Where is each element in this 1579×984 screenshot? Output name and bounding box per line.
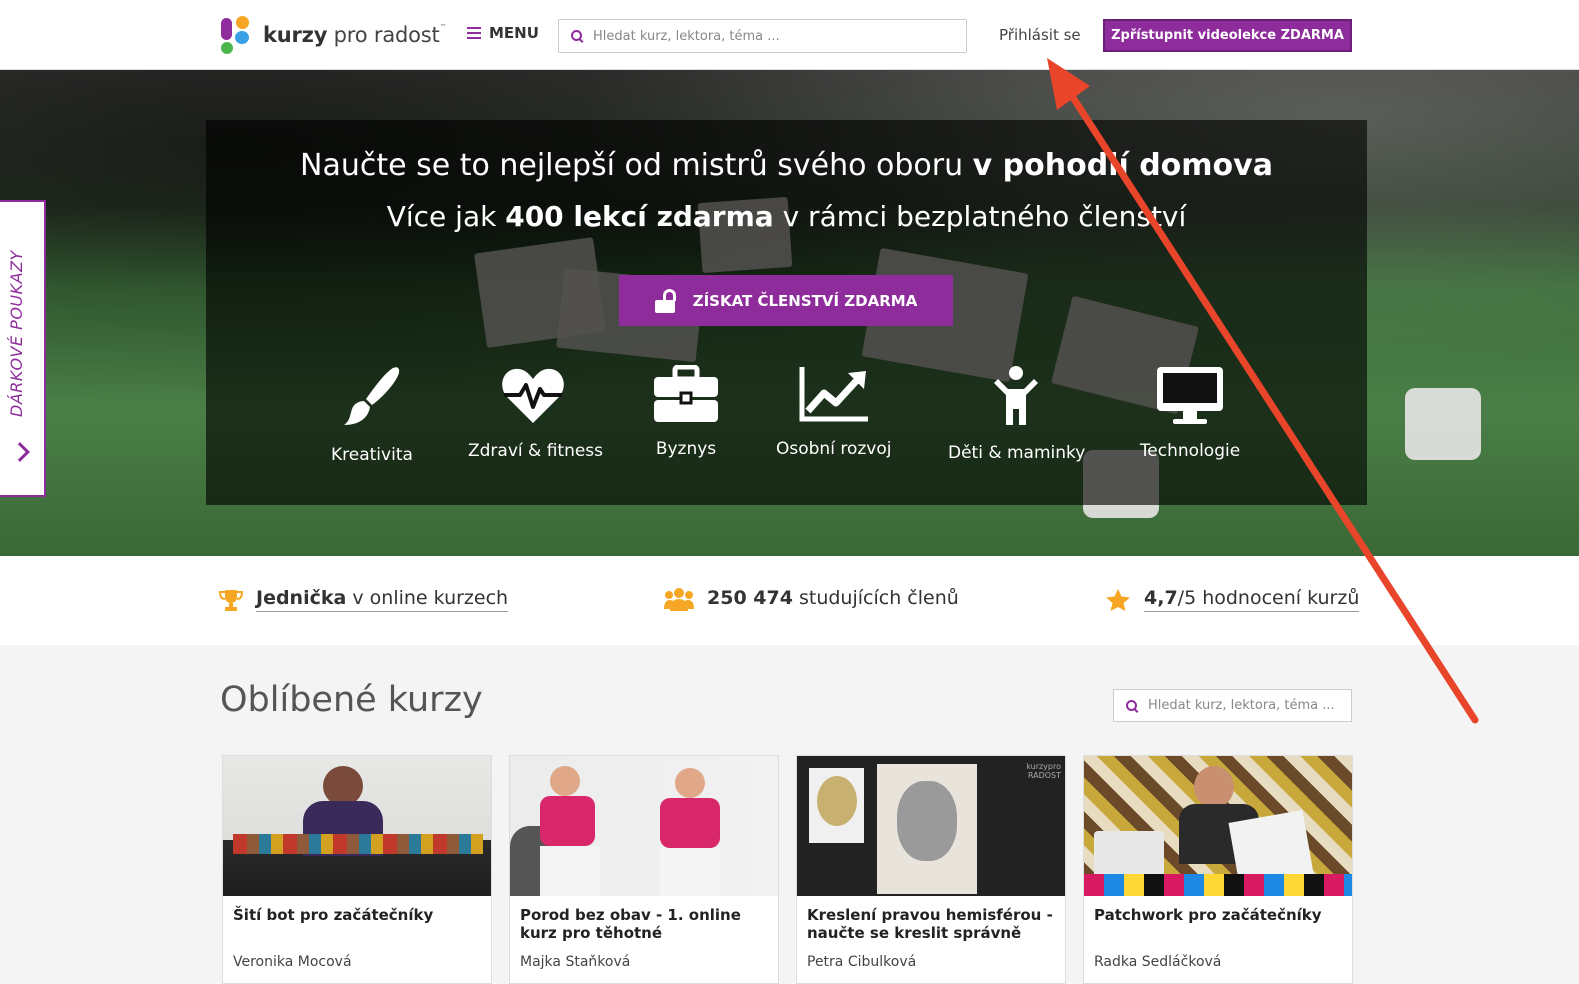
course-card[interactable]: Patchwork pro začátečníky Radka Sedláčko… xyxy=(1083,755,1353,984)
course-author: Majka Staňková xyxy=(520,954,631,970)
briefcase-icon xyxy=(654,365,718,422)
course-author: Petra Cibulková xyxy=(807,954,917,970)
courses-search-input[interactable] xyxy=(1148,698,1351,713)
logo-text: kurzy pro radost™ xyxy=(263,23,447,47)
watermark-text: RADOST xyxy=(1027,771,1061,780)
hero-subheadline: Více jak 400 lekcí zdarma v rámci bezpla… xyxy=(386,200,1187,233)
star-icon xyxy=(1106,588,1130,611)
brush-icon xyxy=(344,367,400,425)
child-icon xyxy=(993,366,1038,425)
category-label: Byznys xyxy=(655,439,717,459)
stat-members-text: 250 474 studujících členů xyxy=(707,587,959,609)
course-author: Veronika Mocová xyxy=(233,954,352,970)
category-label: Děti & maminky xyxy=(948,443,1086,463)
course-card[interactable]: kurzypro RADOST Kreslení pravou hemisfér… xyxy=(796,755,1066,984)
users-icon xyxy=(664,588,694,611)
stats-bar: Jednička v online kurzech 250 474 studuj… xyxy=(0,556,1579,645)
logo[interactable]: kurzy pro radost™ xyxy=(221,16,447,54)
category-zdravi-fitness[interactable]: Zdraví & fitness xyxy=(468,365,604,461)
category-label: Osobní rozvoj xyxy=(776,439,892,459)
hero-headline: Naučte se to nejlepší od mistrů svého ob… xyxy=(300,148,1273,183)
free-videos-button[interactable]: Zpřístupnit videolekce ZDARMA xyxy=(1103,19,1352,52)
site-header: kurzy pro radost™ MENU Přihlásit se Zpří… xyxy=(0,0,1579,70)
stat-number-one[interactable]: Jednička v online kurzech xyxy=(219,587,509,612)
header-search-input[interactable] xyxy=(593,28,966,44)
popular-courses-title: Oblíbené kurzy xyxy=(220,680,483,720)
stat-rating[interactable]: 4,7/5 hodnocení kurzů xyxy=(1105,587,1360,612)
course-thumbnail xyxy=(1084,756,1352,896)
course-thumbnail xyxy=(510,756,778,896)
course-author: Radka Sedláčková xyxy=(1094,954,1222,970)
gift-vouchers-label: DÁRKOVÉ POUKAZY xyxy=(7,250,26,417)
stat-members: 250 474 studujících členů xyxy=(664,587,959,611)
hero-banner: Naučte se to nejlepší od mistrů svého ob… xyxy=(0,70,1579,556)
category-kreativita[interactable]: Kreativita xyxy=(331,365,413,465)
chevron-right-icon xyxy=(10,442,30,462)
category-osobni-rozvoj[interactable]: Osobní rozvoj xyxy=(776,365,891,459)
course-title: Šití bot pro začátečníky xyxy=(233,906,434,924)
category-label: Zdraví & fitness xyxy=(468,441,604,461)
search-icon xyxy=(1126,699,1138,712)
search-icon xyxy=(571,30,583,42)
gift-vouchers-tab[interactable]: DÁRKOVÉ POUKAZY xyxy=(0,200,46,497)
trophy-icon xyxy=(219,589,243,611)
course-title: Porod bez obav - 1. online kurz pro těho… xyxy=(520,906,741,942)
course-thumbnail: kurzypro RADOST xyxy=(797,756,1065,896)
logo-icon xyxy=(221,16,253,54)
get-membership-label: ZÍSKAT ČLENSTVÍ ZDARMA xyxy=(692,291,918,310)
stat-rating-text: 4,7/5 hodnocení kurzů xyxy=(1144,587,1360,612)
category-deti-maminky[interactable]: Děti & maminky xyxy=(948,365,1086,463)
login-link[interactable]: Přihlásit se xyxy=(999,26,1081,44)
stat-number-one-text: Jednička v online kurzech xyxy=(256,587,509,612)
course-thumbnail xyxy=(223,756,491,896)
background-die xyxy=(1405,388,1481,460)
courses-search[interactable] xyxy=(1113,689,1352,722)
get-membership-button[interactable]: ZÍSKAT ČLENSTVÍ ZDARMA xyxy=(619,275,953,326)
category-byznys[interactable]: Byznys xyxy=(653,365,719,459)
category-label: Technologie xyxy=(1139,441,1241,461)
category-label: Kreativita xyxy=(331,445,413,465)
hamburger-icon xyxy=(467,27,481,39)
course-grid: Šití bot pro začátečníky Veronika Mocová… xyxy=(222,755,1353,984)
course-title: Patchwork pro začátečníky xyxy=(1094,906,1322,924)
chart-line-icon xyxy=(799,367,868,422)
course-card[interactable]: Šití bot pro začátečníky Veronika Mocová xyxy=(222,755,492,984)
menu-label: MENU xyxy=(489,24,539,42)
watermark-text: kurzypro xyxy=(1026,762,1061,771)
menu-button[interactable]: MENU xyxy=(467,24,539,42)
unlock-icon xyxy=(654,288,676,313)
hero-overlay: Naučte se to nejlepší od mistrů svého ob… xyxy=(206,120,1367,505)
monitor-icon xyxy=(1157,367,1223,424)
course-card[interactable]: Porod bez obav - 1. online kurz pro těho… xyxy=(509,755,779,984)
header-search[interactable] xyxy=(558,19,967,53)
course-title: Kreslení pravou hemisférou - naučte se k… xyxy=(807,906,1053,942)
category-technologie[interactable]: Technologie xyxy=(1139,365,1241,461)
heartbeat-icon xyxy=(502,368,564,423)
